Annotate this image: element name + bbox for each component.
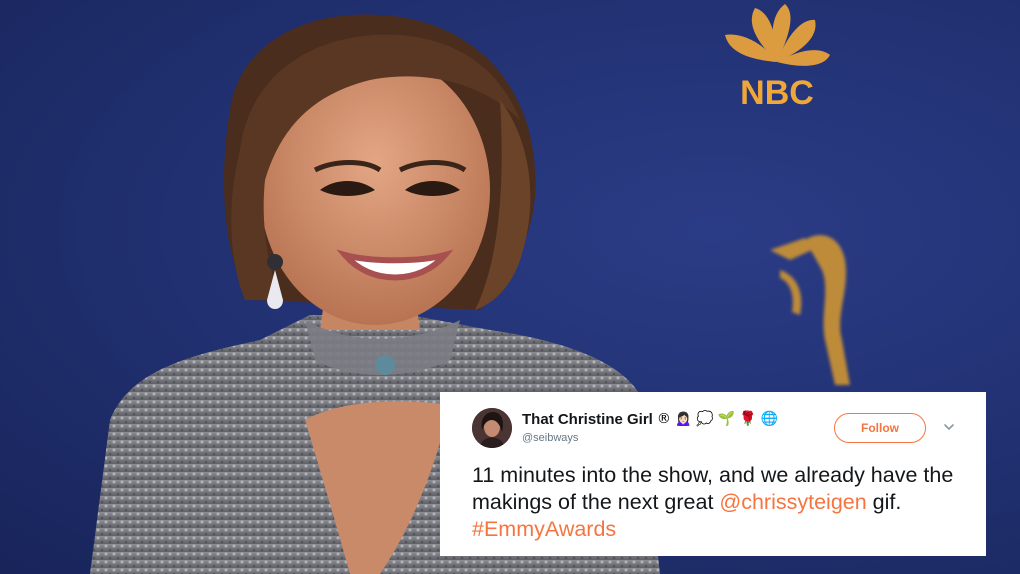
user-name-row: That Christine Girl ® 🙍🏻‍♀️ 💭 🌱 🌹 🌐: [522, 409, 778, 429]
registered-badge: ®: [656, 411, 671, 427]
woman-emoji-icon: 🙍🏻‍♀️: [674, 411, 693, 427]
seedling-icon: 🌱: [717, 411, 736, 427]
hashtag-link[interactable]: #EmmyAwards: [472, 517, 616, 541]
mention-link[interactable]: @chrissyteigen: [719, 490, 866, 514]
nbc-logo-text: NBC: [740, 74, 814, 112]
globe-icon: 🌐: [760, 411, 779, 427]
thought-bubble-icon: 💭: [696, 411, 714, 427]
user-handle[interactable]: @seibways: [522, 432, 578, 444]
rose-icon: 🌹: [739, 411, 757, 427]
avatar-image: [472, 408, 512, 448]
tweet-text: 11 minutes into the show, and we already…: [472, 462, 972, 543]
emmy-logo: [770, 235, 850, 385]
chevron-down-icon[interactable]: [942, 420, 956, 434]
tweet-text-part2: gif.: [866, 490, 902, 514]
user-avatar[interactable]: [472, 408, 512, 448]
nbc-peacock-logo: NBC: [725, 4, 830, 112]
embedded-tweet-card: That Christine Girl ® 🙍🏻‍♀️ 💭 🌱 🌹 🌐 @sei…: [440, 392, 986, 556]
display-name[interactable]: That Christine Girl: [522, 411, 653, 428]
follow-button[interactable]: Follow: [834, 413, 926, 443]
